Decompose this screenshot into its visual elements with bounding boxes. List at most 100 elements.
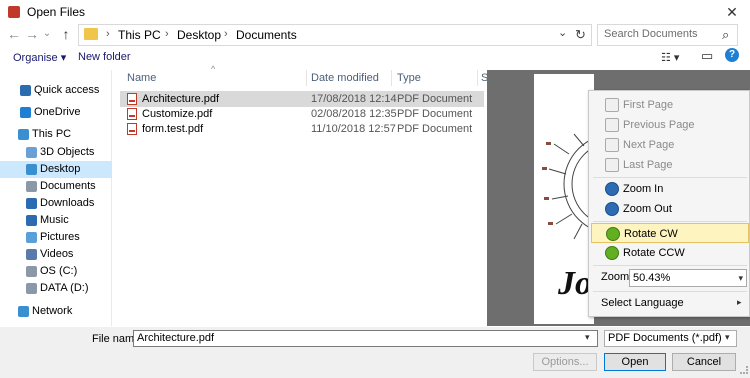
sidebar-item-label: OS (C:) [40, 265, 78, 277]
first-page-icon [605, 98, 619, 112]
chevron-down-icon[interactable]: ▾ [725, 332, 730, 343]
sidebar-item-label: This PC [32, 128, 72, 140]
column-divider[interactable] [477, 70, 478, 86]
sidebar-item-music[interactable]: Music [0, 212, 112, 229]
menu-item-first-page[interactable]: First Page [591, 95, 749, 115]
recent-locations-icon[interactable]: ⌄ [42, 25, 52, 43]
sidebar-item-label: Quick access [34, 84, 100, 96]
preview-context-menu: First Page Previous Page Next Page Last … [588, 90, 750, 317]
app-icon [8, 6, 20, 18]
sidebar-item-quick-access[interactable]: Quick access [0, 82, 112, 99]
refresh-icon[interactable]: ↻ [575, 27, 586, 43]
help-icon[interactable]: ? [725, 48, 739, 62]
resize-grip[interactable] [740, 366, 748, 374]
column-header-date-modified[interactable]: Date modified [311, 72, 379, 84]
menu-separator [593, 177, 747, 178]
breadcrumb-documents[interactable]: Documents [236, 28, 297, 42]
title-bar [0, 0, 750, 24]
documents-icon [26, 181, 37, 192]
sidebar-item-pictures[interactable]: Pictures [0, 229, 112, 246]
sort-ascending-icon: ^ [211, 64, 216, 74]
menu-item-previous-page[interactable]: Previous Page [591, 115, 749, 135]
pdf-file-icon [127, 108, 137, 120]
sidebar-item-desktop[interactable]: Desktop [0, 161, 112, 178]
sidebar-item-label: OneDrive [34, 106, 81, 118]
organise-button[interactable]: Organise ▾ [13, 51, 66, 64]
sidebar-item-downloads[interactable]: Downloads [0, 195, 112, 212]
menu-item-zoom-in[interactable]: Zoom In [591, 179, 749, 199]
breadcrumb-desktop[interactable]: Desktop [177, 28, 221, 42]
sidebar-item-label: Pictures [40, 231, 80, 243]
window-title: Open Files [27, 5, 86, 19]
sidebar-item-os-c[interactable]: OS (C:) [0, 263, 112, 280]
options-button[interactable]: Options... [533, 353, 597, 371]
sidebar-item-label: Desktop [40, 163, 81, 175]
file-row[interactable]: Architecture.pdf 17/08/2018 12:14 PDF Do… [120, 91, 484, 107]
music-icon [26, 215, 37, 226]
search-icon[interactable]: ⌕ [722, 27, 729, 43]
file-type-select[interactable]: PDF Documents (*.pdf) [604, 330, 737, 347]
address-dropdown-icon[interactable]: ⌄ [558, 26, 567, 39]
sidebar-item-videos[interactable]: Videos [0, 246, 112, 263]
zoom-combobox[interactable]: 50.43% ▾ [629, 269, 747, 287]
up-arrow-icon[interactable]: ↑ [58, 25, 74, 43]
view-options-icon[interactable]: ☷ ▾ [661, 51, 679, 64]
preview-pane-icon[interactable]: ▭ [701, 48, 713, 64]
file-date: 17/08/2018 12:14 [311, 93, 397, 105]
submenu-arrow-icon: ▸ [737, 297, 742, 307]
file-type: PDF Document [397, 108, 473, 120]
rotate-ccw-icon [605, 246, 619, 260]
file-type: PDF Document [397, 123, 473, 135]
column-divider[interactable] [391, 70, 392, 86]
sidebar-item-3d-objects[interactable]: 3D Objects [0, 144, 112, 161]
back-arrow-icon[interactable]: ← [6, 25, 22, 43]
forward-arrow-icon[interactable]: → [24, 25, 40, 43]
search-placeholder: Search Documents [604, 28, 698, 40]
open-button[interactable]: Open [604, 353, 666, 371]
last-page-icon [605, 158, 619, 172]
pdf-file-icon [127, 123, 137, 135]
breadcrumb-separator: › [165, 28, 169, 40]
file-date: 11/10/2018 12:57 [311, 123, 396, 135]
previous-page-icon [605, 118, 619, 132]
preview-drawing: Jo [542, 133, 665, 302]
drive-icon [26, 283, 37, 294]
menu-item-rotate-ccw[interactable]: Rotate CCW [591, 243, 749, 263]
preview-signature-text: Jo [557, 265, 592, 302]
menu-item-next-page[interactable]: Next Page [591, 135, 749, 155]
network-icon [18, 306, 29, 317]
file-name-dropdown-icon[interactable]: ▾ [585, 332, 590, 343]
zoom-value: 50.43% [633, 272, 671, 284]
breadcrumb-this-pc[interactable]: This PC [118, 28, 161, 42]
download-icon [26, 198, 37, 209]
zoom-label: Zoom: [601, 271, 633, 283]
file-row[interactable]: form.test.pdf 11/10/2018 12:57 PDF Docum… [120, 121, 484, 137]
sidebar-item-this-pc[interactable]: This PC [0, 126, 112, 143]
file-name-input[interactable]: Architecture.pdf [133, 330, 598, 347]
next-page-icon [605, 138, 619, 152]
menu-item-last-page[interactable]: Last Page [591, 155, 749, 175]
column-header-name[interactable]: Name [127, 72, 156, 84]
sidebar-item-network[interactable]: Network [0, 303, 112, 320]
menu-separator [593, 221, 747, 222]
menu-item-rotate-cw[interactable]: Rotate CW [591, 223, 749, 243]
sidebar-item-label: Documents [40, 180, 96, 192]
sidebar-item-documents[interactable]: Documents [0, 178, 112, 195]
star-icon [20, 85, 31, 96]
folder-icon [84, 28, 98, 40]
column-header-type[interactable]: Type [397, 72, 421, 84]
sidebar-item-onedrive[interactable]: OneDrive [0, 104, 112, 121]
close-icon[interactable]: ✕ [718, 3, 746, 21]
chevron-down-icon[interactable]: ▾ [738, 270, 743, 286]
cancel-button[interactable]: Cancel [672, 353, 736, 371]
menu-item-select-language[interactable]: Select Language [601, 297, 684, 309]
menu-separator [593, 265, 747, 266]
sidebar-item-data-d[interactable]: DATA (D:) [0, 280, 112, 297]
drive-icon [26, 266, 37, 277]
computer-icon [18, 129, 29, 140]
new-folder-button[interactable]: New folder [78, 51, 131, 63]
file-name: Architecture.pdf [142, 93, 220, 105]
column-divider[interactable] [306, 70, 307, 86]
menu-item-zoom-out[interactable]: Zoom Out [591, 199, 749, 219]
file-row[interactable]: Customize.pdf 02/08/2018 12:35 PDF Docum… [120, 106, 484, 122]
